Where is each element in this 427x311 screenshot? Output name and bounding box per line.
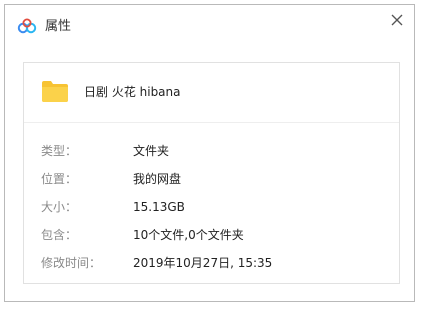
close-icon[interactable] xyxy=(390,13,404,27)
file-name: 日剧 火花 hibana xyxy=(84,85,181,99)
property-value: 我的网盘 xyxy=(133,172,182,186)
property-value: 文件夹 xyxy=(133,144,170,158)
baidu-netdisk-cloud-icon xyxy=(17,18,37,34)
property-label: 修改时间： xyxy=(41,256,102,270)
property-label: 大小： xyxy=(41,200,78,214)
property-label: 包含： xyxy=(41,228,78,242)
dialog-title: 属性 xyxy=(45,19,72,34)
property-value: 15.13GB xyxy=(133,200,185,214)
folder-icon xyxy=(42,81,68,102)
properties-dialog: 属性 日剧 火花 hibana 类型： 文件夹 位置： 我的网盘 大小： 15.… xyxy=(4,4,415,302)
title-bar: 属性 xyxy=(5,5,414,45)
divider xyxy=(24,122,399,123)
properties-panel: 日剧 火花 hibana 类型： 文件夹 位置： 我的网盘 大小： 15.13G… xyxy=(23,62,400,284)
property-label: 位置： xyxy=(41,172,78,186)
property-value: 2019年10月27日, 15:35 xyxy=(133,256,273,270)
property-value: 10个文件,0个文件夹 xyxy=(133,228,244,242)
property-label: 类型： xyxy=(41,144,78,158)
